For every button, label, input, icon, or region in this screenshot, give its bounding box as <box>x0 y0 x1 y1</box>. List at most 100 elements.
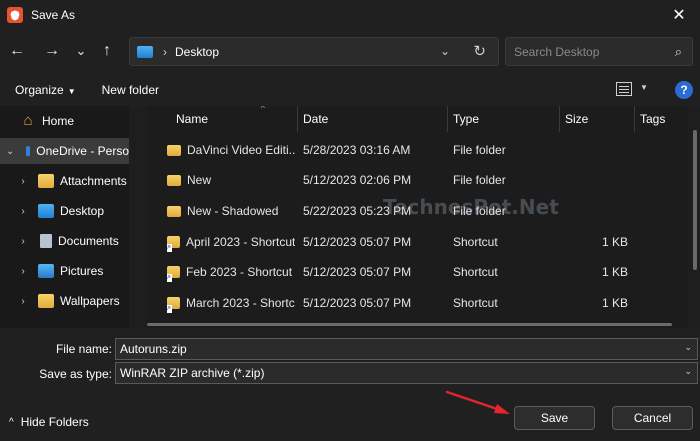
column-divider[interactable] <box>297 106 298 132</box>
command-bar: Organize ▼ New folder ▼ ? <box>0 74 700 106</box>
search-icon[interactable]: ⌕ <box>675 44 682 60</box>
view-options-icon[interactable] <box>616 82 632 96</box>
column-divider[interactable] <box>634 106 635 132</box>
file-name-label: File name: <box>55 342 112 356</box>
chevron-right-icon[interactable]: › <box>18 236 28 247</box>
new-folder-button[interactable]: New folder <box>102 83 159 97</box>
breadcrumb-desktop[interactable]: Desktop <box>175 45 219 59</box>
organize-button[interactable]: Organize ▼ <box>15 83 76 97</box>
table-row[interactable]: March 2023 - Shortc... 5/12/2023 05:07 P… <box>147 288 685 318</box>
sidebar-item-documents[interactable]: › Documents <box>0 228 119 254</box>
chevron-right-icon[interactable]: › <box>18 296 28 307</box>
shortcut-icon <box>167 236 180 252</box>
file-name-cell: New - Shadowed <box>167 196 295 226</box>
hide-folders-button[interactable]: ^ Hide Folders <box>9 415 89 429</box>
save-type-value: WinRAR ZIP archive (*.zip) <box>120 366 265 380</box>
file-type: File folder <box>453 173 506 187</box>
file-name-cell: April 2023 - Shortcut <box>167 227 295 257</box>
desktop-icon <box>38 204 54 218</box>
column-divider[interactable] <box>447 106 448 132</box>
folder-icon <box>38 294 54 308</box>
search-input[interactable] <box>514 44 659 59</box>
file-size: 1 KB <box>601 296 628 310</box>
folder-icon <box>167 205 181 217</box>
search-box[interactable]: ⌕ <box>505 37 693 66</box>
file-date: 5/12/2023 05:07 PM <box>303 235 412 249</box>
help-icon[interactable]: ? <box>675 81 693 99</box>
chevron-right-icon[interactable]: › <box>18 206 28 217</box>
file-name: Feb 2023 - Shortcut <box>186 265 293 279</box>
forward-arrow-icon[interactable]: → <box>41 40 63 62</box>
sidebar-item-label: Documents <box>58 234 119 248</box>
chevron-down-icon[interactable]: ⌄ <box>6 146 14 157</box>
organize-caret-icon: ▼ <box>67 87 76 96</box>
column-label: Name <box>176 112 209 126</box>
sidebar-item-wallpapers[interactable]: › Wallpapers <box>0 288 120 314</box>
file-size <box>565 165 628 195</box>
column-header-name[interactable]: Name ^ <box>176 106 265 132</box>
sidebar-item-label: Attachments <box>60 174 127 188</box>
file-date: 5/12/2023 05:07 PM <box>303 296 412 310</box>
save-type-select[interactable]: WinRAR ZIP archive (*.zip) ⌄ <box>115 362 698 384</box>
file-name: April 2023 - Shortcut <box>186 235 295 249</box>
sort-ascending-icon: ^ <box>261 106 265 113</box>
column-header-type[interactable]: Type <box>453 106 479 132</box>
address-dropdown-icon[interactable]: ⌄ <box>440 44 450 58</box>
sidebar-item-attachments[interactable]: › Attachments <box>0 168 127 194</box>
title-bar: Save As ✕ <box>0 0 700 30</box>
view-dropdown-icon[interactable]: ▼ <box>640 83 648 92</box>
sidebar-item-label: Home <box>42 114 75 128</box>
refresh-icon[interactable]: ↻ <box>473 42 486 60</box>
save-button[interactable]: Save <box>514 406 595 430</box>
vertical-scrollbar-thumb[interactable] <box>693 130 697 270</box>
folder-icon <box>167 174 181 186</box>
desktop-location-icon <box>137 45 153 58</box>
table-row[interactable]: New 5/12/2023 02:06 PM File folder <box>147 165 685 195</box>
window-title: Save As <box>31 8 76 22</box>
file-name: New <box>187 173 212 187</box>
file-name-input[interactable]: Autoruns.zip ⌄ <box>115 338 698 360</box>
sidebar-item-pictures[interactable]: › Pictures <box>0 258 103 284</box>
chevron-down-icon[interactable]: ⌄ <box>684 366 692 377</box>
sidebar-scrollbar[interactable] <box>129 106 147 328</box>
pictures-icon <box>38 264 54 278</box>
horizontal-scrollbar-thumb[interactable] <box>147 323 672 326</box>
chevron-right-icon[interactable]: › <box>18 176 28 187</box>
sidebar-item-onedrive[interactable]: ⌄ OneDrive - Perso <box>0 138 129 164</box>
chevron-up-icon: ^ <box>9 416 14 428</box>
recent-locations-chevron-icon[interactable]: ⌄ <box>70 40 92 62</box>
document-icon <box>40 234 52 248</box>
shortcut-icon <box>167 266 180 282</box>
file-type: Shortcut <box>453 235 498 249</box>
table-row[interactable]: Feb 2023 - Shortcut 5/12/2023 05:07 PM S… <box>147 257 685 287</box>
column-header-size[interactable]: Size <box>565 106 588 132</box>
sidebar-item-home[interactable]: ⌂ Home <box>20 108 74 134</box>
file-name: New - Shadowed <box>187 204 279 218</box>
address-bar[interactable]: › Desktop ⌄ ↻ <box>129 37 499 66</box>
table-row[interactable]: April 2023 - Shortcut 5/12/2023 05:07 PM… <box>147 227 685 257</box>
sidebar-item-desktop[interactable]: › Desktop <box>0 198 104 224</box>
chevron-right-icon[interactable]: › <box>18 266 28 277</box>
table-row[interactable]: DaVinci Video Editi... 5/28/2023 03:16 A… <box>147 135 685 165</box>
file-name: DaVinci Video Editi... <box>187 143 295 157</box>
file-name-cell: Feb 2023 - Shortcut <box>167 257 295 287</box>
chevron-down-icon[interactable]: ⌄ <box>684 342 692 353</box>
breadcrumb-separator-icon: › <box>163 44 167 59</box>
cancel-button[interactable]: Cancel <box>612 406 693 430</box>
folder-icon <box>38 174 54 188</box>
file-name-cell: New <box>167 165 295 195</box>
sidebar-item-label: Desktop <box>60 204 105 218</box>
file-name-value: Autoruns.zip <box>120 342 187 356</box>
back-arrow-icon[interactable]: ← <box>6 40 28 62</box>
column-header-tags[interactable]: Tags <box>640 106 665 132</box>
file-size: 1 KB <box>601 235 628 249</box>
file-type: Shortcut <box>453 265 498 279</box>
column-header-date[interactable]: Date <box>303 106 328 132</box>
home-icon: ⌂ <box>23 112 33 129</box>
navigation-pane: ⌂ Home ⌄ OneDrive - Perso › Attachments … <box>0 106 147 328</box>
close-button[interactable]: ✕ <box>658 0 700 30</box>
watermark: TechnesPot.Net <box>383 195 559 219</box>
column-divider[interactable] <box>559 106 560 132</box>
up-arrow-icon[interactable]: ↑ <box>96 40 118 62</box>
cloud-icon <box>26 146 31 156</box>
